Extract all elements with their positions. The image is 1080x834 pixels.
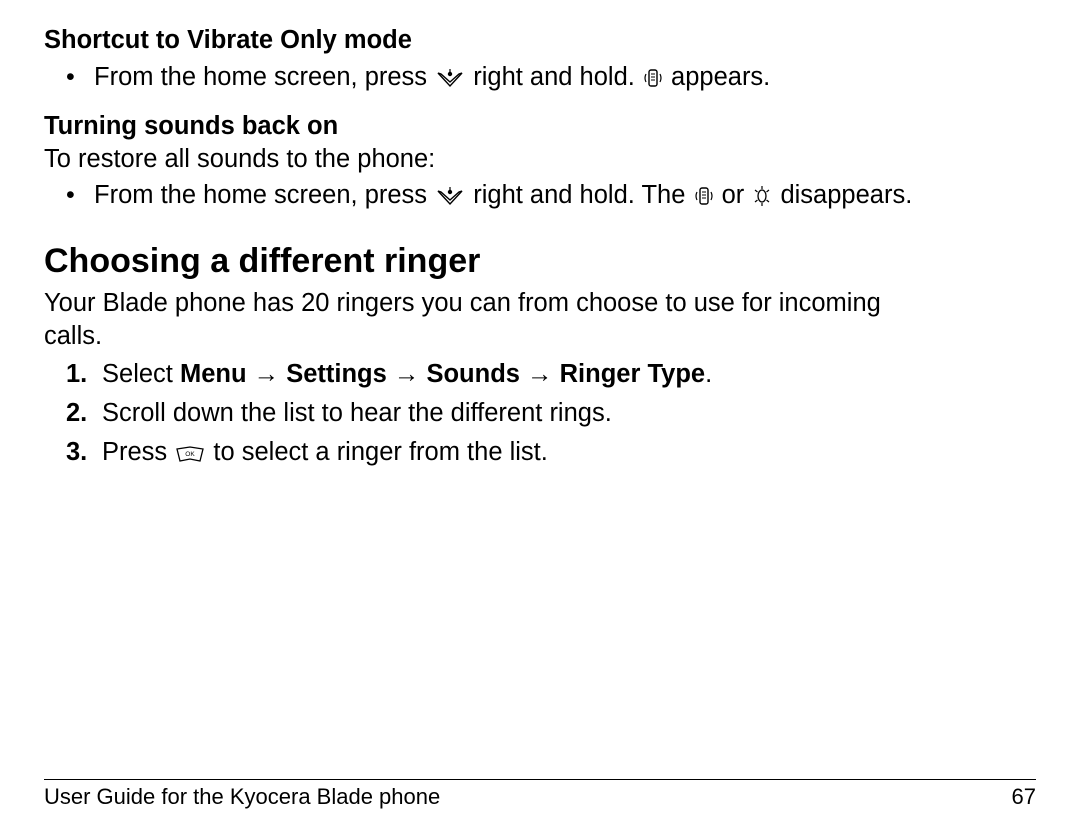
- step-text: Select Menu → Settings → Sounds → Ringer…: [102, 358, 1036, 391]
- bullet-text: From the home screen, press right and ho…: [94, 179, 1036, 212]
- menu-path: Menu → Settings → Sounds → Ringer Type: [180, 360, 705, 388]
- text-fragment: Select: [102, 360, 180, 388]
- ok-key-icon: [176, 439, 204, 461]
- footer-title: User Guide for the Kyocera Blade phone: [44, 784, 440, 810]
- step-2: 2. Scroll down the list to hear the diff…: [66, 397, 1036, 430]
- step-number: 2.: [66, 397, 102, 430]
- text-fragment: .: [705, 360, 712, 388]
- text-fragment: appears.: [671, 63, 770, 91]
- step-1: 1. Select Menu → Settings → Sounds → Rin…: [66, 358, 1036, 391]
- bullet-text: From the home screen, press right and ho…: [94, 61, 1036, 94]
- text-fragment: right and hold. The: [473, 181, 692, 209]
- section-heading-sounds-back-on: Turning sounds back on: [44, 112, 1036, 141]
- step-text: Scroll down the list to hear the differe…: [102, 397, 1036, 430]
- step-text: Press to select a ringer from the list.: [102, 436, 1036, 469]
- paragraph: To restore all sounds to the phone:: [44, 143, 1036, 176]
- step-number: 1.: [66, 358, 102, 391]
- text-fragment: Press: [102, 438, 174, 466]
- text-fragment: to select a ringer from the list.: [213, 438, 547, 466]
- page-footer: User Guide for the Kyocera Blade phone 6…: [44, 779, 1036, 810]
- heading-choosing-ringer: Choosing a different ringer: [44, 242, 1036, 281]
- bullet-item: • From the home screen, press right and …: [66, 61, 1036, 94]
- text-fragment: From the home screen, press: [94, 181, 434, 209]
- step-number: 3.: [66, 436, 102, 469]
- document-page: Shortcut to Vibrate Only mode • From the…: [0, 0, 1080, 834]
- page-number: 67: [1012, 784, 1036, 810]
- bullet-item: • From the home screen, press right and …: [66, 179, 1036, 212]
- text-fragment: right and hold.: [473, 63, 642, 91]
- nav-key-icon: [436, 64, 464, 86]
- light-icon: [753, 184, 771, 208]
- text-fragment: disappears.: [780, 181, 912, 209]
- nav-key-icon: [436, 182, 464, 204]
- bullet-marker: •: [66, 61, 94, 93]
- section-heading-vibrate-only: Shortcut to Vibrate Only mode: [44, 24, 1036, 57]
- text-fragment: From the home screen, press: [94, 63, 434, 91]
- bullet-marker: •: [66, 179, 94, 211]
- paragraph: Your Blade phone has 20 ringers you can …: [44, 287, 944, 352]
- text-fragment: or: [722, 181, 752, 209]
- vibrate-icon: [644, 66, 662, 90]
- vibrate-icon: [695, 184, 713, 208]
- step-3: 3. Press to select a ringer from the lis…: [66, 436, 1036, 469]
